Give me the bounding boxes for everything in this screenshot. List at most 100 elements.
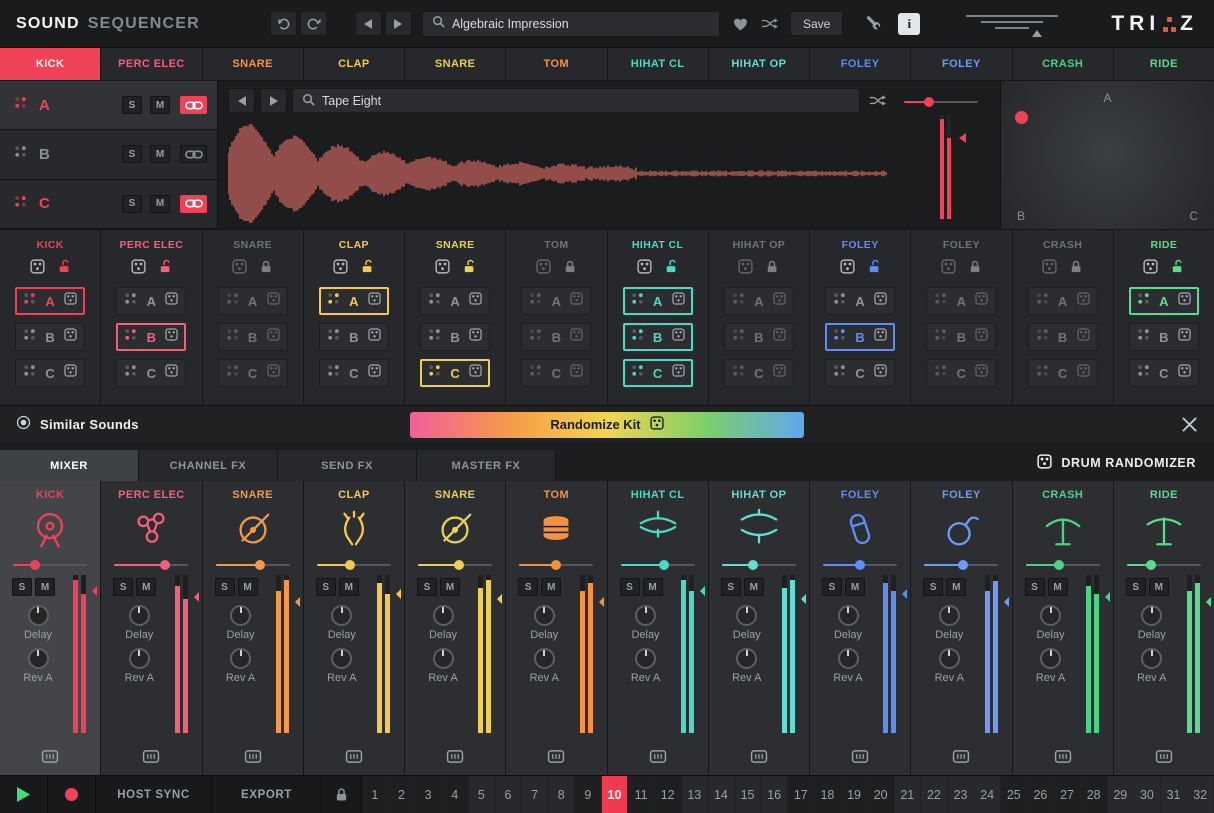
unlock-icon[interactable] xyxy=(58,259,71,279)
layer-row-c[interactable]: CSM xyxy=(0,180,217,229)
dice-icon[interactable] xyxy=(536,259,551,279)
step-cell-9[interactable]: 9 xyxy=(575,776,602,813)
export-button[interactable]: EXPORT xyxy=(212,776,322,813)
similar-radio-icon[interactable] xyxy=(16,415,31,435)
dice-icon[interactable] xyxy=(1143,259,1158,279)
channel-solo-button[interactable]: S xyxy=(215,578,235,596)
channel-mute-button[interactable]: M xyxy=(440,578,460,596)
kit-cell-perc-elec-c[interactable]: C xyxy=(116,359,186,387)
track-tab-foley-10[interactable]: FOLEY xyxy=(911,48,1011,80)
reverb-knob[interactable] xyxy=(230,648,251,669)
lock-icon[interactable] xyxy=(564,259,577,279)
kit-cell-kick-b[interactable]: B xyxy=(15,323,85,351)
delay-knob[interactable] xyxy=(736,605,757,626)
reverb-knob[interactable] xyxy=(433,648,454,669)
channel-pan-slider[interactable] xyxy=(13,559,87,571)
dice-icon[interactable] xyxy=(941,259,956,279)
step-cell-10[interactable]: 10 xyxy=(602,776,629,813)
layer-link-button[interactable] xyxy=(180,195,207,213)
track-tab-kick-1[interactable]: KICK xyxy=(0,48,100,80)
xy-morph-pad[interactable]: A B C xyxy=(1000,81,1214,229)
channel-pan-slider[interactable] xyxy=(519,559,593,571)
dice-icon[interactable] xyxy=(672,364,685,382)
delay-knob[interactable] xyxy=(939,605,960,626)
kit-cell-crash-a[interactable]: A xyxy=(1028,287,1098,315)
reverb-knob[interactable] xyxy=(1141,648,1162,669)
reverb-knob[interactable] xyxy=(331,648,352,669)
kit-cell-perc-elec-b[interactable]: B xyxy=(116,323,186,351)
channel-solo-button[interactable]: S xyxy=(1126,578,1146,596)
dice-icon[interactable] xyxy=(1178,364,1191,382)
channel-solo-button[interactable]: S xyxy=(620,578,640,596)
kit-cell-snare-b[interactable]: B xyxy=(218,323,288,351)
delay-knob[interactable] xyxy=(1141,605,1162,626)
unlock-icon[interactable] xyxy=(665,259,678,279)
step-cell-3[interactable]: 3 xyxy=(415,776,442,813)
layer-mute-button[interactable]: M xyxy=(150,195,170,213)
dice-icon[interactable] xyxy=(874,328,887,346)
fx-tab-channel-fx[interactable]: CHANNEL FX xyxy=(139,450,278,481)
kit-cell-snare-c[interactable]: C xyxy=(218,359,288,387)
dice-icon[interactable] xyxy=(469,364,482,382)
kit-cell-ride-b[interactable]: B xyxy=(1129,323,1199,351)
lock-icon[interactable] xyxy=(766,259,779,279)
channel-pan-slider[interactable] xyxy=(114,559,188,571)
step-cell-23[interactable]: 23 xyxy=(948,776,975,813)
kit-cell-snare-a[interactable]: A xyxy=(218,287,288,315)
kit-cell-kick-c[interactable]: C xyxy=(15,359,85,387)
kit-cell-perc-elec-a[interactable]: A xyxy=(116,287,186,315)
kit-cell-crash-b[interactable]: B xyxy=(1028,323,1098,351)
kit-cell-snare-b[interactable]: B xyxy=(420,323,490,351)
channel-solo-button[interactable]: S xyxy=(923,578,943,596)
dice-icon[interactable] xyxy=(570,364,583,382)
layer-mute-button[interactable]: M xyxy=(150,96,170,114)
kit-cell-foley-c[interactable]: C xyxy=(825,359,895,387)
sample-next-button[interactable] xyxy=(260,88,287,113)
step-cell-25[interactable]: 25 xyxy=(1001,776,1028,813)
lock-icon[interactable] xyxy=(260,259,273,279)
step-cell-16[interactable]: 16 xyxy=(761,776,788,813)
close-icon[interactable] xyxy=(1181,416,1198,433)
step-cell-13[interactable]: 13 xyxy=(682,776,709,813)
layer-link-button[interactable] xyxy=(180,145,207,163)
step-cell-11[interactable]: 11 xyxy=(628,776,655,813)
settings-wrench-icon[interactable] xyxy=(867,15,884,32)
step-cell-15[interactable]: 15 xyxy=(735,776,762,813)
dice-icon[interactable] xyxy=(1077,292,1090,310)
channel-pan-slider[interactable] xyxy=(722,559,796,571)
channel-pan-slider[interactable] xyxy=(1026,559,1100,571)
dice-icon[interactable] xyxy=(469,292,482,310)
channel-mute-button[interactable]: M xyxy=(541,578,561,596)
play-button[interactable] xyxy=(0,776,48,813)
reverb-knob[interactable] xyxy=(635,648,656,669)
output-route-icon[interactable] xyxy=(852,750,869,768)
reverb-knob[interactable] xyxy=(534,648,555,669)
track-tab-hihat-cl-7[interactable]: HIHAT CL xyxy=(608,48,708,80)
step-cell-5[interactable]: 5 xyxy=(469,776,496,813)
delay-knob[interactable] xyxy=(331,605,352,626)
preset-search-field[interactable]: Algebraic Impression xyxy=(422,11,720,37)
kit-cell-kick-a[interactable]: A xyxy=(15,287,85,315)
layer-row-b[interactable]: BSM xyxy=(0,130,217,179)
fx-tab-send-fx[interactable]: SEND FX xyxy=(278,450,417,481)
sample-shuffle-icon[interactable] xyxy=(869,94,886,107)
save-button[interactable]: Save xyxy=(790,11,843,36)
host-sync-button[interactable]: HOST SYNC xyxy=(96,776,212,813)
dice-icon[interactable] xyxy=(64,364,77,382)
track-tab-snare-3[interactable]: SNARE xyxy=(203,48,303,80)
dice-icon[interactable] xyxy=(874,292,887,310)
sample-volume-slider[interactable] xyxy=(904,97,978,107)
output-route-icon[interactable] xyxy=(548,750,565,768)
lock-icon[interactable] xyxy=(969,259,982,279)
dice-icon[interactable] xyxy=(267,292,280,310)
step-cell-14[interactable]: 14 xyxy=(708,776,735,813)
step-cell-4[interactable]: 4 xyxy=(442,776,469,813)
channel-mute-button[interactable]: M xyxy=(845,578,865,596)
randomize-kit-button[interactable]: Randomize Kit xyxy=(410,412,804,438)
step-cell-1[interactable]: 1 xyxy=(362,776,389,813)
channel-mute-button[interactable]: M xyxy=(35,578,55,596)
dice-icon[interactable] xyxy=(773,292,786,310)
dice-icon[interactable] xyxy=(672,292,685,310)
step-cell-6[interactable]: 6 xyxy=(495,776,522,813)
dice-icon[interactable] xyxy=(773,328,786,346)
